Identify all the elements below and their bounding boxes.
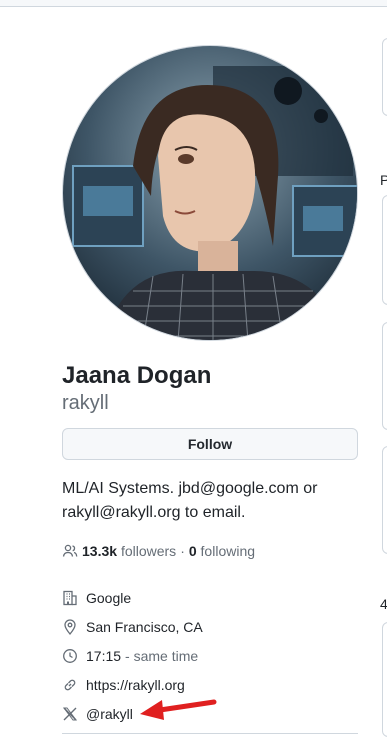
x-handle-link[interactable]: @rakyll	[86, 706, 133, 722]
right-card-4[interactable]	[382, 446, 387, 554]
right-heading-fragment: P	[380, 172, 387, 188]
location-pin-icon	[64, 618, 76, 635]
profile-username: rakyll	[62, 392, 109, 414]
detail-company: Google	[62, 583, 203, 612]
top-header-strip	[0, 0, 387, 7]
profile-bio: ML/AI Systems. jbd@google.com or rakyll@…	[62, 480, 318, 521]
profile-avatar[interactable]	[62, 45, 358, 341]
right-card-2[interactable]	[382, 195, 387, 305]
followers-count: 13.3k	[82, 543, 118, 559]
right-card-1[interactable]	[382, 38, 387, 116]
followers-link[interactable]: 13.3k followers	[82, 543, 176, 559]
followers-row: 13.3k followers · 0 following	[62, 542, 255, 560]
location-text: San Francisco, CA	[86, 618, 203, 635]
followers-label: followers	[120, 543, 177, 559]
people-icon	[62, 544, 78, 557]
clock-icon	[63, 648, 77, 663]
right-card-3[interactable]	[382, 322, 387, 430]
local-time: 17:15	[86, 647, 122, 664]
following-link[interactable]: 0 following	[189, 543, 255, 559]
organization-icon	[63, 590, 77, 605]
detail-time: 17:15 - same time	[62, 641, 203, 670]
x-logo-icon	[63, 707, 77, 720]
profile-name: Jaana Dogan	[62, 362, 212, 389]
following-count: 0	[188, 543, 197, 559]
time-note: - same time	[125, 647, 199, 664]
right-card-5[interactable]	[382, 622, 387, 737]
detail-location: San Francisco, CA	[62, 612, 203, 641]
details-divider	[62, 733, 358, 734]
company-text[interactable]: Google	[86, 590, 131, 606]
right-heading-fragment-2: 4	[380, 596, 387, 612]
separator-dot: ·	[180, 543, 185, 559]
link-icon	[64, 679, 76, 690]
follow-button[interactable]: Follow	[62, 428, 358, 460]
following-label: following	[200, 543, 256, 559]
avatar-illustration	[63, 46, 357, 340]
red-arrow-annotation	[140, 699, 217, 720]
